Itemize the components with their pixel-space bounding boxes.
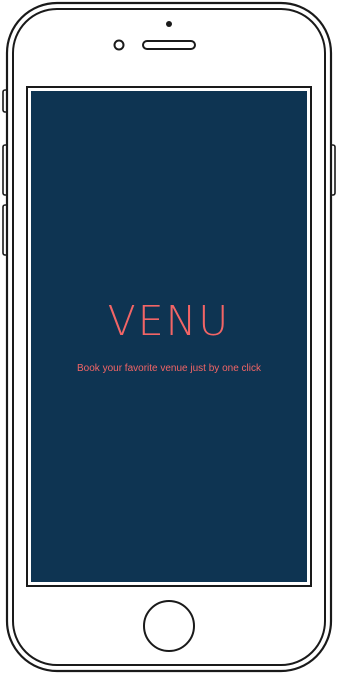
phone-mockup: VENU Book your favorite venue just by on… xyxy=(0,0,338,675)
app-logo: VENU xyxy=(107,297,231,345)
sensor-icon xyxy=(113,39,125,51)
splash-screen: VENU Book your favorite venue just by on… xyxy=(31,91,307,582)
speaker-grille-icon xyxy=(142,40,196,50)
home-button-icon[interactable] xyxy=(143,600,195,652)
front-camera-icon xyxy=(166,21,172,27)
app-tagline: Book your favorite venue just by one cli… xyxy=(77,363,261,374)
